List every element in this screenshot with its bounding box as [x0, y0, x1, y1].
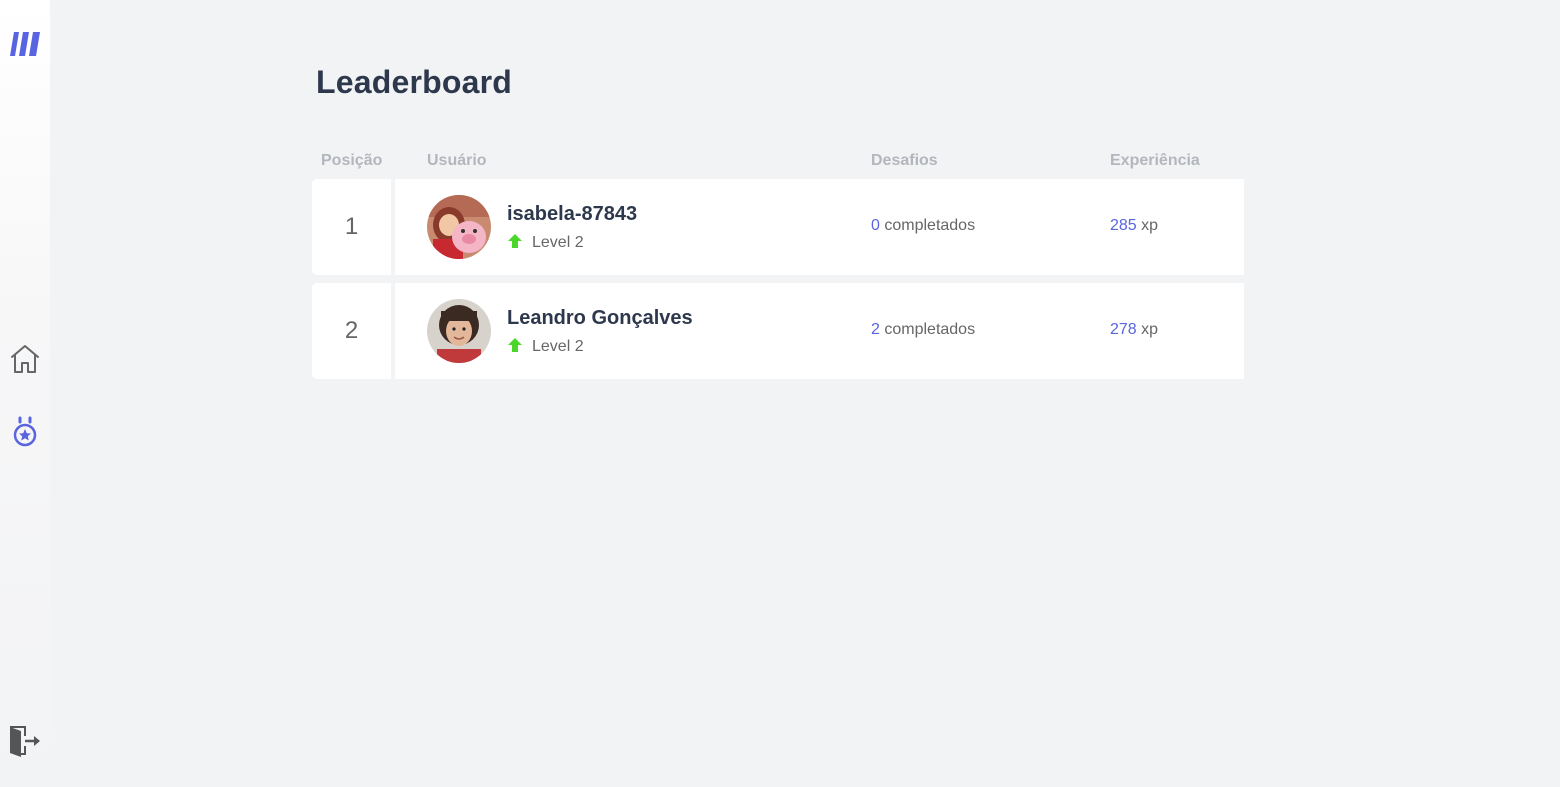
home-icon[interactable]	[10, 343, 40, 375]
challenges-label: completados	[884, 217, 976, 234]
xp-unit: xp	[1141, 321, 1159, 338]
challenges-count: 2	[871, 321, 880, 338]
experience-points: 278 xp	[1110, 321, 1158, 339]
logout-icon[interactable]	[7, 724, 41, 758]
user-level: Level 2	[507, 234, 584, 252]
leaderboard-row: 2 Leandro Gonçalves Level 2 2 completado…	[312, 283, 1244, 379]
user-card: Leandro Gonçalves Level 2 2 completados …	[395, 283, 1244, 379]
user-name: isabela-87843	[507, 203, 638, 225]
avatar	[427, 299, 491, 363]
rank-position: 1	[312, 179, 391, 275]
xp-value: 278	[1110, 321, 1137, 338]
challenges-completed: 2 completados	[871, 321, 975, 339]
xp-unit: xp	[1141, 217, 1159, 234]
rank-position: 2	[312, 283, 391, 379]
user-name: Leandro Gonçalves	[507, 307, 693, 329]
level-label: Level 2	[532, 338, 584, 355]
challenges-completed: 0 completados	[871, 217, 975, 235]
level-label: Level 2	[532, 234, 584, 251]
sidebar	[0, 0, 50, 787]
experience-points: 285 xp	[1110, 217, 1158, 235]
xp-value: 285	[1110, 217, 1137, 234]
column-header-user: Usuário	[427, 152, 487, 169]
avatar	[427, 195, 491, 259]
user-level: Level 2	[507, 338, 584, 356]
user-card: isabela-87843 Level 2 0 completados 285 …	[395, 179, 1244, 275]
column-header-challenges: Desafios	[871, 152, 938, 169]
column-header-experience: Experiência	[1110, 152, 1200, 169]
level-up-arrow-icon	[508, 234, 522, 248]
level-up-arrow-icon	[508, 338, 522, 352]
moveit-logo-icon	[10, 32, 40, 56]
page-title: Leaderboard	[316, 64, 513, 100]
column-header-position: Posição	[321, 152, 383, 169]
award-icon[interactable]	[12, 416, 38, 448]
challenges-count: 0	[871, 217, 880, 234]
challenges-label: completados	[884, 321, 976, 338]
leaderboard-row: 1 isabela-87843 Level 2 0 completados 28…	[312, 179, 1244, 275]
